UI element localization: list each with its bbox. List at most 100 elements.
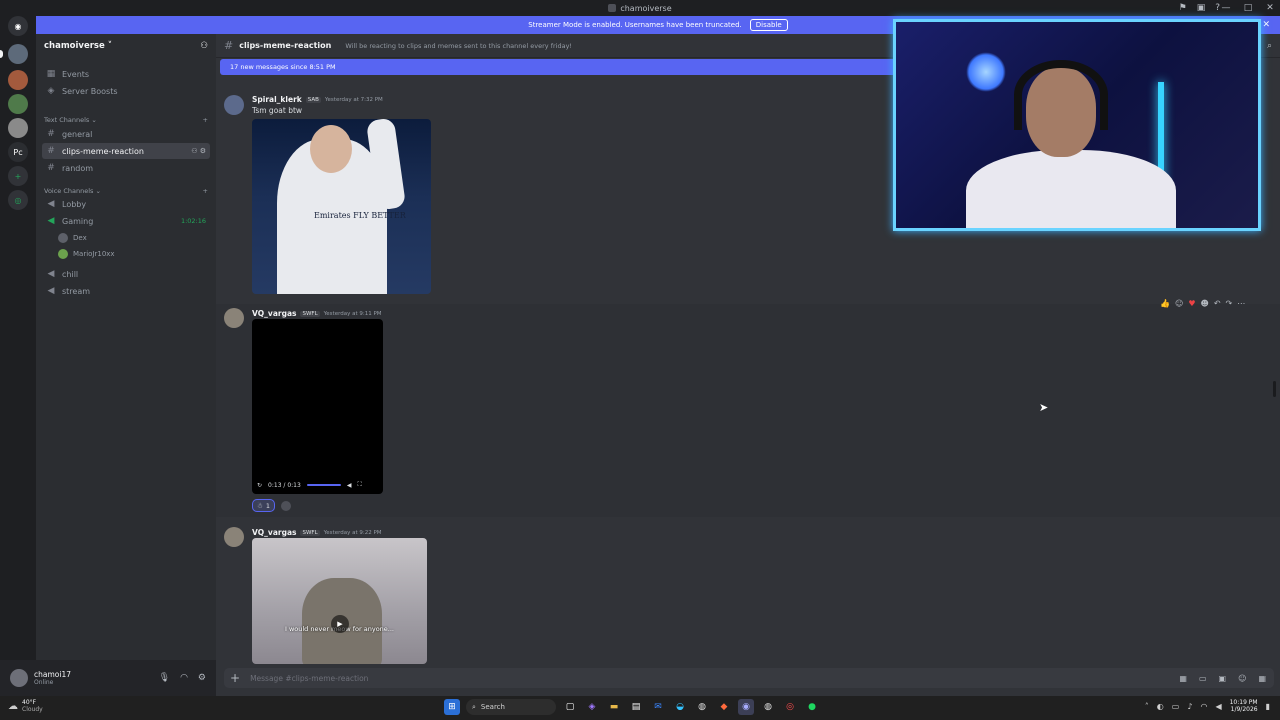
sidebar-item-events[interactable]: ▦ Events [42,66,210,82]
guild-header[interactable]: chamoiverse ˅ ⚇ [36,34,216,58]
scrollbar[interactable] [1273,381,1276,397]
text-channels-category[interactable]: Text Channels ⌄ + [44,116,208,124]
server-icon[interactable] [8,70,28,90]
video-thumbnail[interactable]: I would never meow for anyone... ▶ [252,538,427,664]
notification-icon[interactable]: ▮ [1266,702,1270,711]
explore-icon[interactable]: ◎ [8,190,28,210]
invite-icon[interactable]: ⚇ [200,41,208,51]
sidebar-item-server-boosts[interactable]: ◈ Server Boosts [42,83,210,99]
message-author[interactable]: VQ_vargas [252,528,296,537]
fullscreen-icon[interactable]: ⛶ [357,481,361,489]
spotify-icon[interactable]: ● [804,699,820,715]
voice-channels-category[interactable]: Voice Channels ⌄ + [44,187,208,195]
cloud-icon: ☁ [8,700,18,712]
avatar[interactable] [224,527,244,547]
settings-icon[interactable]: ⚙ [198,673,206,683]
add-reaction-icon[interactable] [280,500,291,511]
channel-random[interactable]: # random [42,160,210,176]
avatar[interactable] [10,669,28,687]
weather-widget[interactable]: ☁ 40°F Cloudy [8,699,43,713]
voice-channel-gaming[interactable]: ◀ Gaming 1:02:16 [42,213,210,229]
taskbar-search[interactable]: ⌕ Search [466,699,556,715]
add-channel-icon[interactable]: + [203,187,208,195]
message-author[interactable]: Spiral_klerk [252,95,302,104]
window-title-text: chamoiverse [620,3,672,13]
flag-icon[interactable]: ⚑ [1179,3,1187,13]
voice-channel-stream[interactable]: ◀ stream [42,283,210,299]
discord-icon[interactable]: ◉ [738,699,754,715]
channel-settings-icon[interactable]: ⚇ ⚙ [191,147,206,155]
chrome-icon[interactable]: ◍ [694,699,710,715]
reaction-chip[interactable]: ☃ 1 [252,499,275,512]
tray-icon[interactable]: ◐ [1157,702,1164,711]
mic-icon[interactable]: ♪ [1187,702,1192,711]
channel-topic[interactable]: Will be reacting to clips and memes sent… [345,42,572,50]
server-icon[interactable] [8,94,28,114]
minimize-button[interactable]: — [1220,3,1232,13]
headphones-image [1014,60,1108,130]
store-icon[interactable]: ▤ [628,699,644,715]
mail-icon[interactable]: ✉ [650,699,666,715]
close-icon[interactable]: ✕ [1262,20,1270,30]
voice-channel-chill[interactable]: ◀ chill [42,266,210,282]
channel-clips-meme-reaction[interactable]: # clips-meme-reaction ⚇ ⚙ [42,143,210,159]
volume-icon[interactable]: ◀ [1215,702,1221,711]
reply-icon[interactable]: ↶ [1214,299,1221,308]
voice-user[interactable]: Dex [58,231,87,245]
close-window-button[interactable]: ✕ [1264,3,1276,13]
voice-user[interactable]: MarioJr10xx [58,247,115,261]
play-icon[interactable]: ▶ [331,615,349,633]
chrome-icon[interactable]: ◍ [760,699,776,715]
start-icon[interactable]: ⊞ [444,699,460,715]
copilot-icon[interactable]: ◈ [584,699,600,715]
add-channel-icon[interactable]: + [203,116,208,124]
task-view-icon[interactable]: ▢ [562,699,578,715]
edge-icon[interactable]: ◒ [672,699,688,715]
thumbs-up-icon[interactable]: 👍 [1160,299,1170,308]
search-icon[interactable]: ⌕ [1267,41,1272,51]
replay-icon[interactable]: ↻ [257,482,262,489]
add-reaction-icon[interactable]: ☻ [1200,299,1208,308]
avatar[interactable] [224,95,244,115]
video-player[interactable]: ↻ 0:13 / 0:13 ◀ ⛶ [252,319,383,494]
wifi-icon[interactable]: ◠ [1200,702,1207,711]
smile-icon[interactable]: ☺ [1175,299,1183,308]
server-pc[interactable]: Pc [8,142,28,162]
attach-plus-icon[interactable]: + [230,671,240,685]
server-icon[interactable] [8,44,28,64]
server-icon[interactable] [8,118,28,138]
add-server-icon[interactable]: + [8,166,28,186]
tray-icon[interactable]: ▭ [1172,702,1180,711]
brave-icon[interactable]: ◆ [716,699,732,715]
composer-placeholder[interactable]: Message #clips-meme-reaction [250,674,368,683]
maximize-button[interactable]: □ [1242,3,1254,13]
clock[interactable]: 10:19 PM 1/9/2026 [1230,699,1258,713]
emoji-icon[interactable]: ☺ [1238,674,1246,683]
clock-time: 10:19 PM [1229,699,1258,706]
microphone-icon[interactable]: 🎙 [159,673,170,683]
monitor-icon[interactable]: ▣ [1197,3,1206,13]
gift-icon[interactable]: ▦ [1179,674,1187,683]
heart-icon[interactable]: ♥ [1188,299,1195,308]
channel-general[interactable]: # general [42,126,210,142]
message-image[interactable]: Emirates FLY BETTER [252,119,431,294]
message-composer[interactable]: + Message #clips-meme-reaction ▦ ▭ ▣ ☺ ▦ [224,668,1274,688]
discord-home-icon[interactable]: ◉ [8,16,28,36]
new-messages-bar[interactable]: 17 new messages since 8:51 PM [220,59,900,75]
disable-streamer-mode-button[interactable]: Disable [749,19,788,31]
category-label: Voice Channels ⌄ [44,187,101,195]
more-icon[interactable]: ⋯ [1237,299,1245,308]
obs-icon[interactable]: ◎ [782,699,798,715]
avatar[interactable] [224,308,244,328]
gif-icon[interactable]: ▭ [1199,674,1207,683]
volume-icon[interactable]: ◀ [347,482,352,489]
apps-icon[interactable]: ▦ [1258,674,1266,683]
message-author[interactable]: VQ_vargas [252,309,296,318]
file-explorer-icon[interactable]: ▬ [606,699,622,715]
sticker-icon[interactable]: ▣ [1219,674,1227,683]
headphones-icon[interactable]: ◠ [180,673,188,683]
video-progress-bar[interactable] [306,484,341,486]
chevron-up-icon[interactable]: ˄ [1145,702,1149,711]
forward-icon[interactable]: ↷ [1226,299,1233,308]
voice-channel-lobby[interactable]: ◀ Lobby [42,196,210,212]
